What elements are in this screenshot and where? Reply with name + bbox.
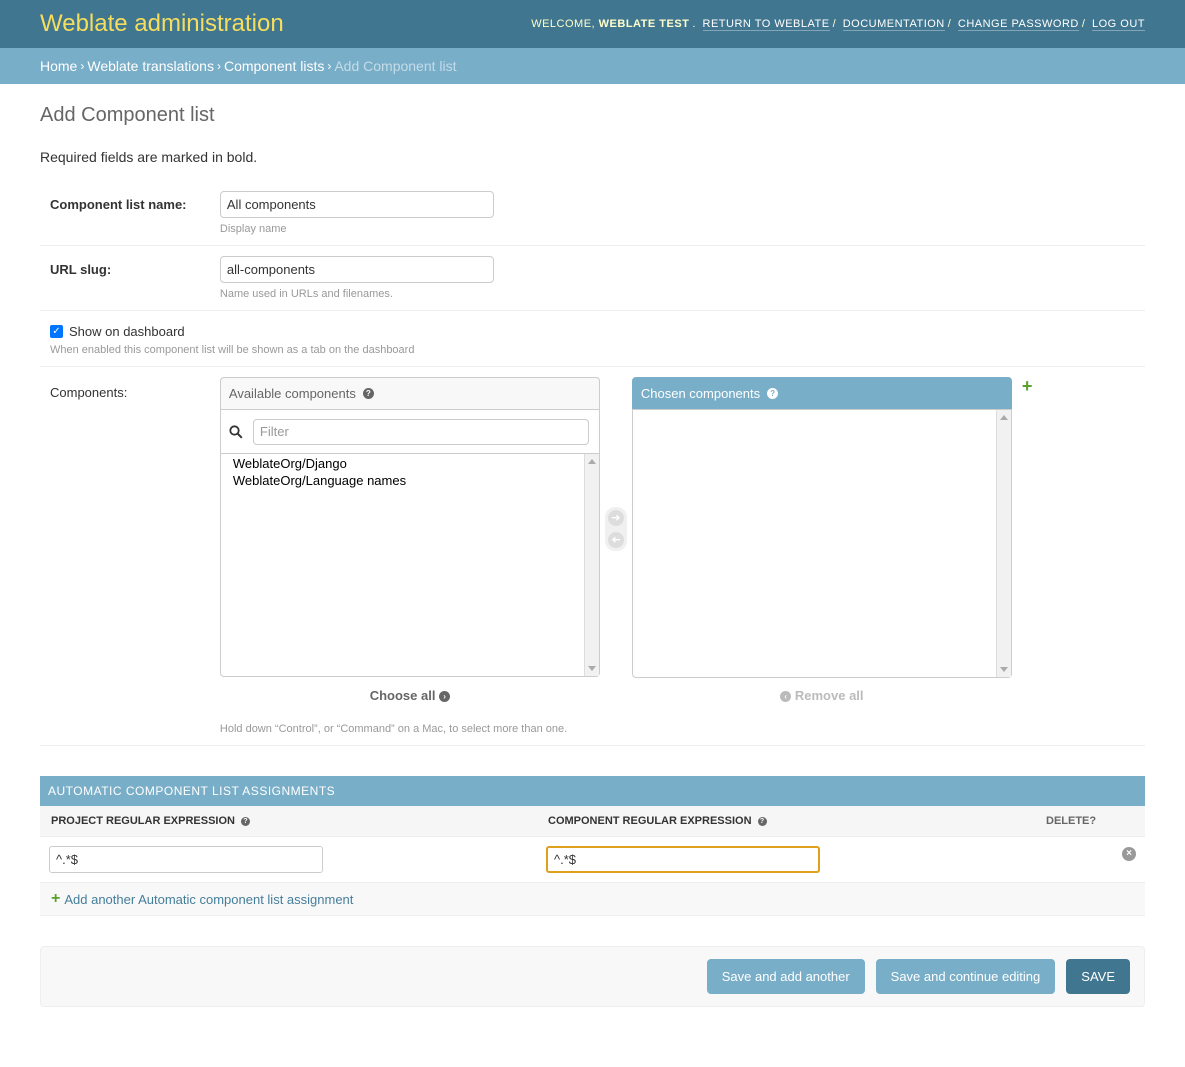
site-branding[interactable]: Weblate administration xyxy=(40,10,284,38)
form-row-components: Components: Available components ? Filte… xyxy=(40,367,1145,746)
save-add-another-button[interactable]: Save and add another xyxy=(706,959,865,994)
save-continue-button[interactable]: Save and continue editing xyxy=(875,959,1056,994)
breadcrumb-component-lists[interactable]: Component lists xyxy=(224,58,324,74)
table-row: ^.*$ ^.*$ × xyxy=(40,837,1145,883)
show-dashboard-label[interactable]: Show on dashboard xyxy=(69,324,185,339)
scrollbar[interactable] xyxy=(583,454,599,676)
breadcrumb-current: Add Component list xyxy=(334,58,457,74)
plus-icon: + xyxy=(51,890,61,907)
inline-columns: Project regular expression? Component re… xyxy=(40,806,1145,837)
list-item[interactable]: WeblateOrg/Language names xyxy=(233,472,587,489)
inline-title: Automatic component list assignments xyxy=(40,776,1145,806)
help-icon[interactable]: ? xyxy=(767,388,779,399)
available-box: Available components ? Filter WeblateOrg… xyxy=(219,377,600,677)
add-arrow-icon[interactable]: ➜ xyxy=(607,510,624,526)
remove-all-button[interactable]: ‹ Remove all xyxy=(632,688,1012,703)
slug-input[interactable]: all-components xyxy=(219,256,494,283)
available-list[interactable]: WeblateOrg/Django WeblateOrg/Language na… xyxy=(219,453,600,677)
log-out-link[interactable]: Log out xyxy=(1091,18,1145,31)
filter-input[interactable]: Filter xyxy=(252,418,589,445)
form-row-show-dashboard: ✓ Show on dashboard When enabled this co… xyxy=(40,311,1145,367)
return-to-weblate-link[interactable]: Return to Weblate xyxy=(702,18,830,31)
show-dashboard-help: When enabled this component list will be… xyxy=(50,344,415,356)
name-input[interactable]: All components xyxy=(219,191,494,218)
components-help: Hold down “Control”, or “Command” on a M… xyxy=(219,723,568,735)
welcome-text: Welcome, xyxy=(531,18,596,30)
save-button[interactable]: Save xyxy=(1066,959,1130,994)
header: Weblate administration Welcome, Weblate … xyxy=(0,0,1185,48)
breadcrumb-home[interactable]: Home xyxy=(40,58,77,74)
project-regex-input[interactable]: ^.*$ xyxy=(49,846,323,873)
scrollbar[interactable] xyxy=(995,410,1011,677)
add-assignment-link[interactable]: Add another Automatic component list ass… xyxy=(64,892,353,907)
page-title: Add Component list xyxy=(40,104,215,126)
chooser-controls: ➜ ➜ xyxy=(600,507,632,551)
remove-arrow-icon[interactable]: ➜ xyxy=(607,532,624,548)
search-icon xyxy=(229,424,243,439)
required-note: Required fields are marked in bold. xyxy=(40,149,258,165)
add-related-icon[interactable]: + xyxy=(1022,377,1033,395)
chosen-list[interactable] xyxy=(631,409,1012,678)
help-icon[interactable]: ? xyxy=(240,816,250,826)
content: Add Component list Required fields are m… xyxy=(0,84,1185,1007)
inline-group: Automatic component list assignments Pro… xyxy=(40,776,1145,916)
name-help: Display name xyxy=(219,223,287,235)
user-tools: Welcome, Weblate Test. Return to Weblate… xyxy=(531,18,1145,31)
list-item[interactable]: WeblateOrg/Django xyxy=(233,455,587,472)
add-inline-row: + Add another Automatic component list a… xyxy=(40,883,1145,916)
components-selector: Available components ? Filter WeblateOrg… xyxy=(219,377,1033,678)
components-label: Components: xyxy=(50,385,128,400)
column-project: Project regular expression xyxy=(51,815,235,827)
choose-all-button[interactable]: Choose all › xyxy=(220,688,600,703)
show-dashboard-checkbox[interactable]: ✓ xyxy=(50,325,63,338)
form-row-slug: URL slug: all-components Name used in UR… xyxy=(40,246,1145,311)
name-label: Component list name: xyxy=(50,197,187,212)
arrow-right-icon: › xyxy=(439,691,451,703)
help-icon[interactable]: ? xyxy=(362,388,374,399)
delete-icon[interactable]: × xyxy=(1122,846,1136,861)
form-row-name: Component list name: All components Disp… xyxy=(40,181,1145,246)
breadcrumb: Home › Weblate translations › Component li… xyxy=(0,48,1185,84)
chosen-title: Chosen components ? xyxy=(631,377,1012,409)
available-title: Available components ? xyxy=(219,377,600,409)
filter-bar: Filter xyxy=(219,409,600,453)
slug-help: Name used in URLs and filenames. xyxy=(219,288,393,300)
column-delete: Delete? xyxy=(1046,815,1097,827)
column-component: Component regular expression xyxy=(548,815,752,827)
help-icon[interactable]: ? xyxy=(757,816,767,826)
slug-label: URL slug: xyxy=(50,262,112,277)
component-regex-input[interactable]: ^.*$ xyxy=(546,846,820,873)
submit-row: Save and add another Save and continue e… xyxy=(40,946,1145,1007)
change-password-link[interactable]: Change password xyxy=(957,18,1079,31)
breadcrumb-weblate-translations[interactable]: Weblate translations xyxy=(87,58,214,74)
arrow-left-icon: ‹ xyxy=(780,691,792,703)
user-name: Weblate Test xyxy=(598,18,690,30)
documentation-link[interactable]: Documentation xyxy=(842,18,945,31)
chosen-box: Chosen components ? xyxy=(631,377,1012,678)
